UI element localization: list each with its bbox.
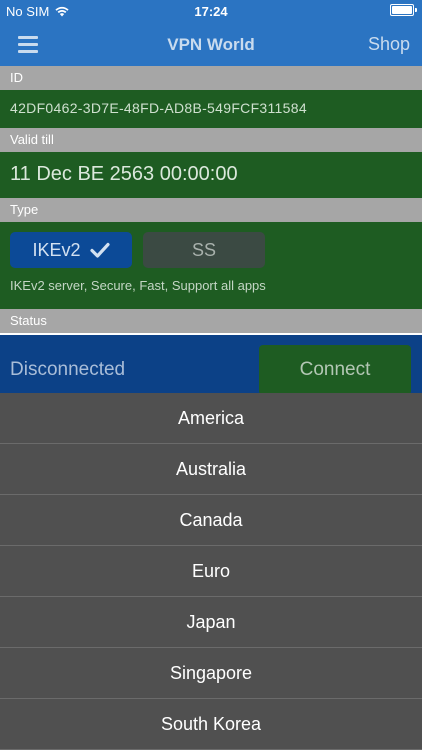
type-header: Type [0,198,422,222]
region-option-america[interactable]: America [0,393,422,444]
battery-icon [390,4,417,16]
shop-button[interactable]: Shop [368,34,410,55]
app-title: VPN World [167,35,255,54]
valid-till-date: 11 Dec BE 2563 00:00:00 [10,163,238,185]
device-id: 42DF0462-3D7E-48FD-AD8B-549FCF311584 [10,100,307,116]
navigation-bar: VPN World Shop [0,24,422,66]
ikev2-label: IKEv2 [32,240,81,260]
status-section: Disconnected Connect [0,335,422,395]
status-right [390,4,417,16]
type-section: IKEv2 SS IKEv2 server, Secure, Fast, Sup… [0,222,422,309]
status-bar: No SIM 17:24 [0,0,422,24]
region-option-euro[interactable]: Euro [0,546,422,597]
valid-till-section: 11 Dec BE 2563 00:00:00 [0,152,422,198]
id-header: ID [0,66,422,90]
region-option-singapore[interactable]: Singapore [0,648,422,699]
type-description: IKEv2 server, Secure, Fast, Support all … [10,278,266,293]
valid-till-header: Valid till [0,128,422,152]
region-picker: America Australia Canada Euro Japan Sing… [0,393,422,750]
ikev2-button[interactable]: IKEv2 [10,232,132,268]
clock: 17:24 [194,4,228,19]
connect-button[interactable]: Connect [259,345,411,395]
status-header: Status [0,309,422,333]
connection-status: Disconnected [10,359,126,380]
checkmark-icon [89,242,110,258]
region-option-south-korea[interactable]: South Korea [0,699,422,750]
ss-button[interactable]: SS [143,232,265,268]
region-option-canada[interactable]: Canada [0,495,422,546]
region-option-australia[interactable]: Australia [0,444,422,495]
region-option-japan[interactable]: Japan [0,597,422,648]
id-section: 42DF0462-3D7E-48FD-AD8B-549FCF311584 [0,90,422,128]
